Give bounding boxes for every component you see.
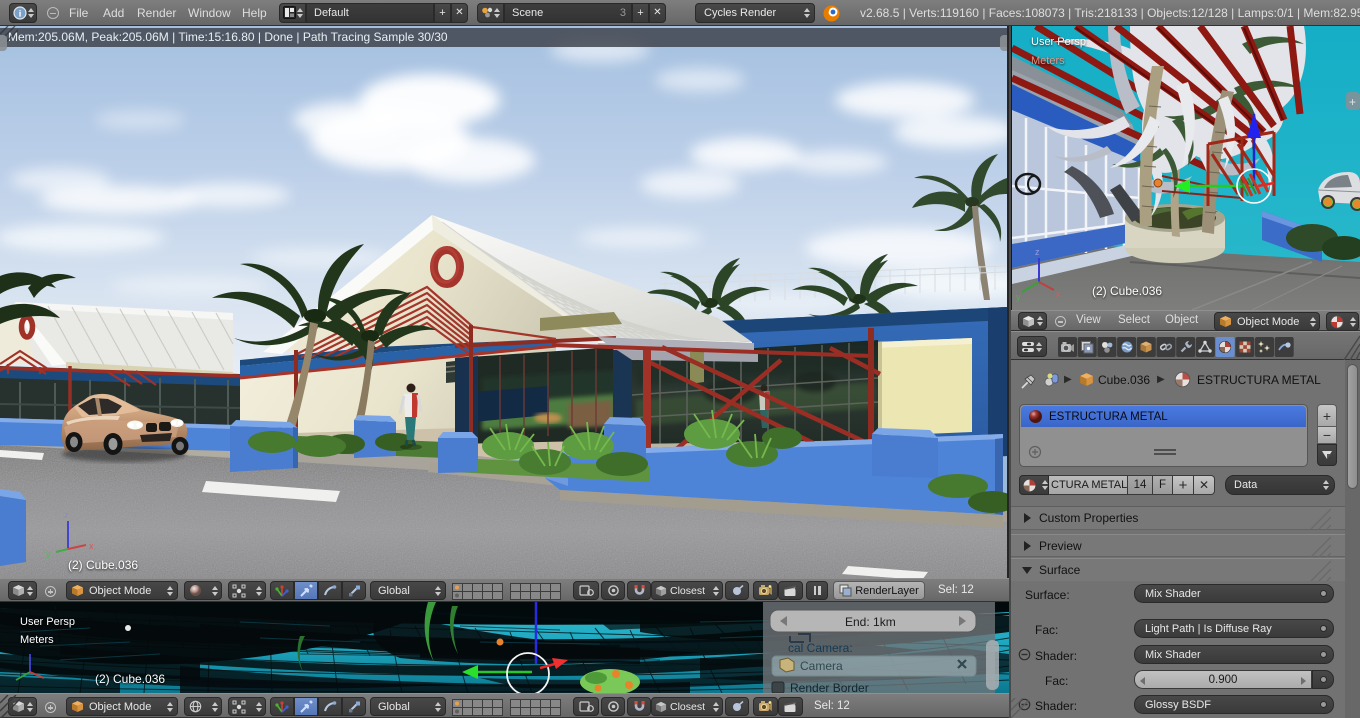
svg-text:z: z [1035,247,1040,257]
svg-text:cal Camera:: cal Camera: [788,641,853,655]
svg-text:Camera: Camera [800,659,843,673]
svg-text:End: 1km: End: 1km [845,615,896,629]
svg-text:y: y [1016,292,1021,302]
svg-text:x: x [89,541,94,551]
svg-text:Render Border: Render Border [790,681,869,693]
svg-text:y: y [46,549,51,559]
svg-text:+: + [1349,95,1356,109]
svg-text:z: z [64,510,69,520]
svg-text:x: x [1056,289,1061,299]
